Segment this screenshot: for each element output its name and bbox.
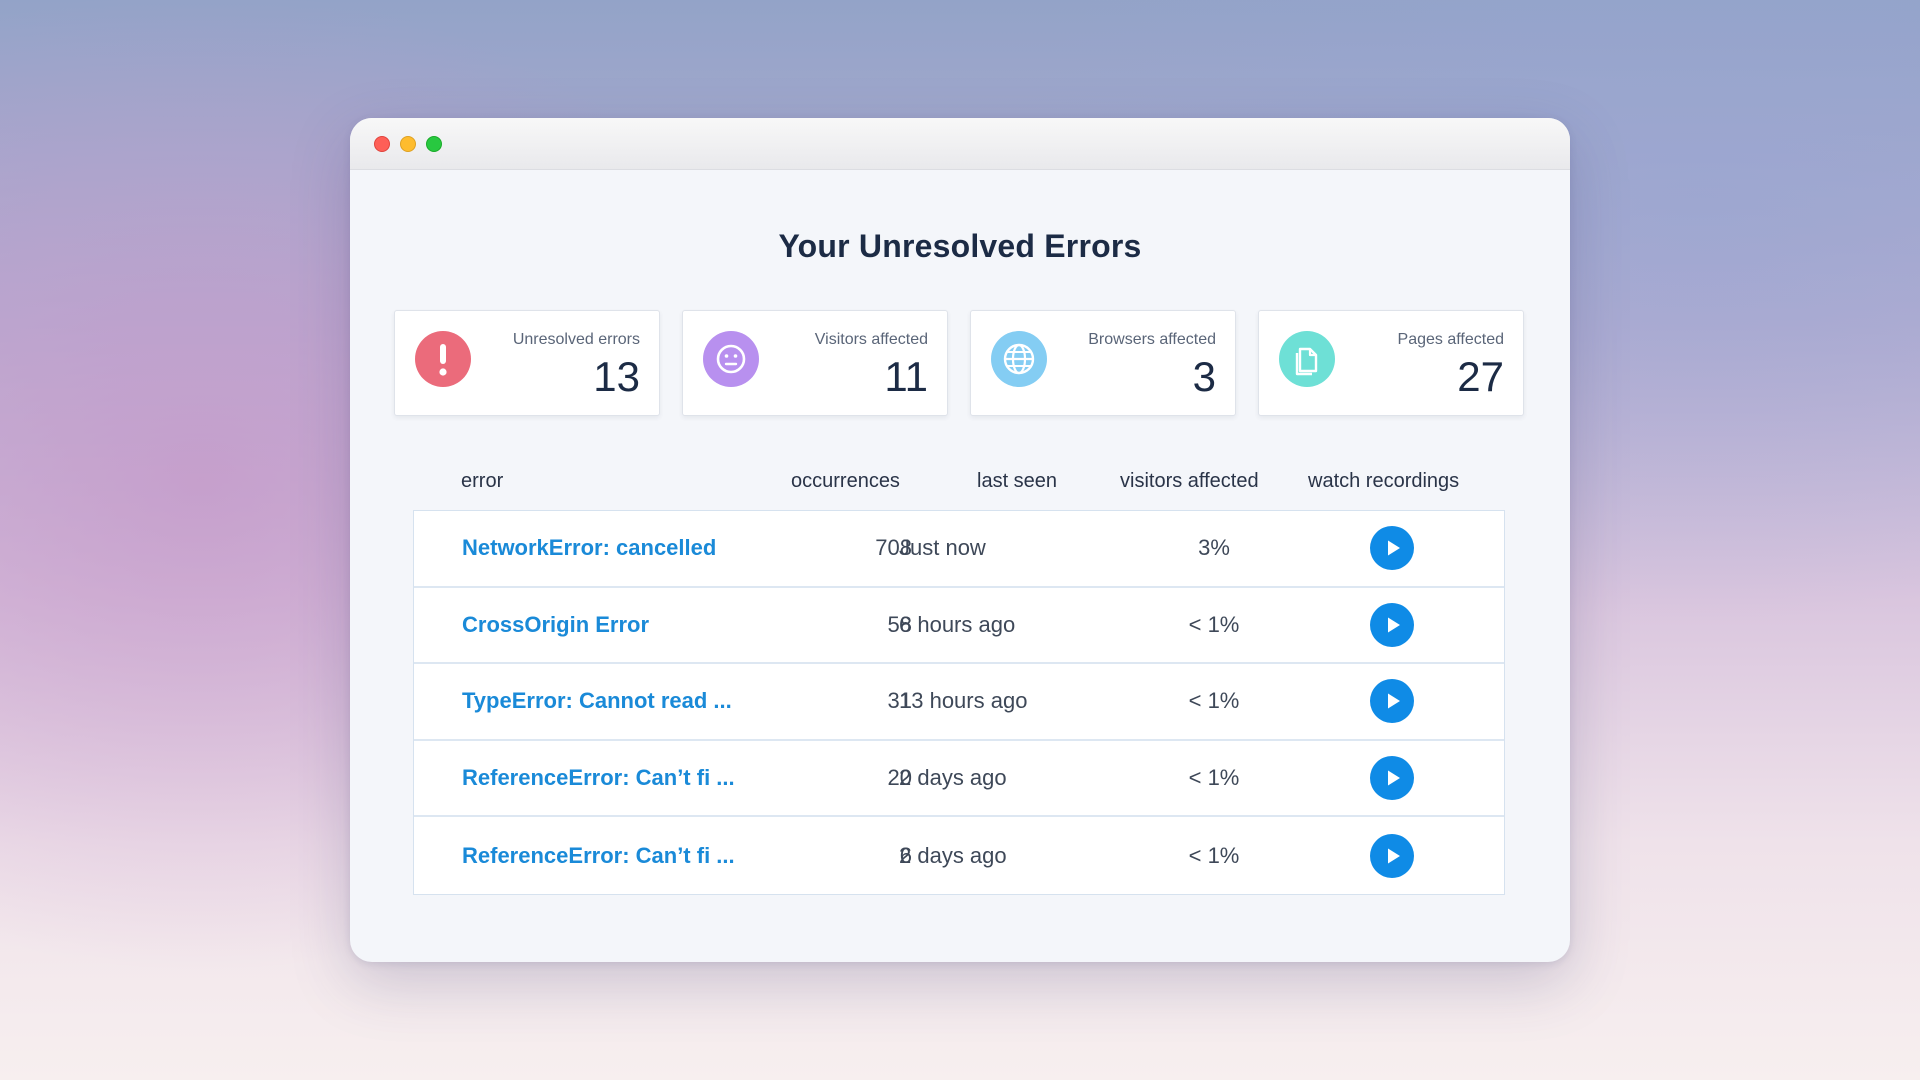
visitors-affected-value: < 1% xyxy=(1188,688,1240,714)
error-link[interactable]: TypeError: Cannot read ... xyxy=(462,688,732,714)
stat-label: Pages affected xyxy=(1397,331,1504,348)
column-header-occurrences[interactable]: occurrences xyxy=(791,470,900,493)
column-header-watch-recordings[interactable]: watch recordings xyxy=(1308,470,1459,493)
play-recording-button[interactable] xyxy=(1370,833,1414,878)
last-seen-value: Just now xyxy=(899,535,986,561)
stat-value: 13 xyxy=(593,353,640,400)
visitors-affected-value: < 1% xyxy=(1188,765,1240,791)
column-header-error[interactable]: error xyxy=(461,470,503,493)
play-icon xyxy=(1388,848,1400,864)
error-link[interactable]: ReferenceError: Can’t fi ... xyxy=(462,765,735,791)
last-seen-value: 6 hours ago xyxy=(899,611,1016,637)
globe-icon xyxy=(991,331,1047,387)
column-header-last-seen[interactable]: last seen xyxy=(977,470,1057,493)
play-recording-button[interactable] xyxy=(1370,756,1414,801)
face-icon xyxy=(703,331,759,387)
table-header: error occurrences last seen visitors aff… xyxy=(350,470,1570,500)
minimize-window-button[interactable] xyxy=(400,136,416,152)
stat-card-browsers-affected: Browsers affected 3 xyxy=(970,310,1236,416)
page-title: Your Unresolved Errors xyxy=(778,228,1142,264)
play-recording-button[interactable] xyxy=(1370,526,1414,571)
maximize-window-button[interactable] xyxy=(426,136,442,152)
table-row: CrossOrigin Error 58 6 hours ago < 1% xyxy=(414,588,1504,665)
stat-card-unresolved-errors: Unresolved errors 13 xyxy=(394,310,660,416)
stat-label: Unresolved errors xyxy=(512,331,640,348)
play-icon xyxy=(1388,693,1400,709)
last-seen-value: 13 hours ago xyxy=(899,688,1028,714)
exclamation-icon xyxy=(415,331,471,387)
stat-label: Browsers affected xyxy=(1088,331,1216,348)
stat-label: Visitors affected xyxy=(814,331,928,348)
close-window-button[interactable] xyxy=(374,136,390,152)
window-titlebar xyxy=(350,118,1570,170)
app-window: Your Unresolved Errors Unresolved errors… xyxy=(350,118,1570,962)
last-seen-value: 2 days ago xyxy=(899,842,1007,868)
play-recording-button[interactable] xyxy=(1370,602,1414,647)
last-seen-value: 2 days ago xyxy=(899,765,1007,791)
stat-value: 11 xyxy=(884,353,928,400)
table-row: TypeError: Cannot read ... 31 13 hours a… xyxy=(414,664,1504,741)
pages-icon xyxy=(1279,331,1335,387)
play-icon xyxy=(1388,770,1400,786)
table-row: ReferenceError: Can’t fi ... 20 2 days a… xyxy=(414,741,1504,818)
errors-table: NetworkError: cancelled 708 Just now 3% … xyxy=(413,510,1505,895)
table-row: NetworkError: cancelled 708 Just now 3% xyxy=(414,511,1504,588)
error-link[interactable]: CrossOrigin Error xyxy=(462,612,649,638)
error-link[interactable]: ReferenceError: Can’t fi ... xyxy=(462,843,735,869)
visitors-affected-value: 3% xyxy=(1198,535,1230,561)
column-header-visitors-affected[interactable]: visitors affected xyxy=(1120,470,1259,493)
table-row: ReferenceError: Can’t fi ... 6 2 days ag… xyxy=(414,817,1504,894)
stat-value: 27 xyxy=(1457,353,1504,400)
visitors-affected-value: < 1% xyxy=(1188,611,1240,637)
visitors-affected-value: < 1% xyxy=(1188,842,1240,868)
stat-card-visitors-affected: Visitors affected 11 xyxy=(682,310,948,416)
play-icon xyxy=(1388,617,1400,633)
play-icon xyxy=(1388,540,1400,556)
stat-card-pages-affected: Pages affected 27 xyxy=(1258,310,1524,416)
error-link[interactable]: NetworkError: cancelled xyxy=(462,535,716,561)
stat-value: 3 xyxy=(1192,353,1216,400)
play-recording-button[interactable] xyxy=(1370,679,1414,724)
